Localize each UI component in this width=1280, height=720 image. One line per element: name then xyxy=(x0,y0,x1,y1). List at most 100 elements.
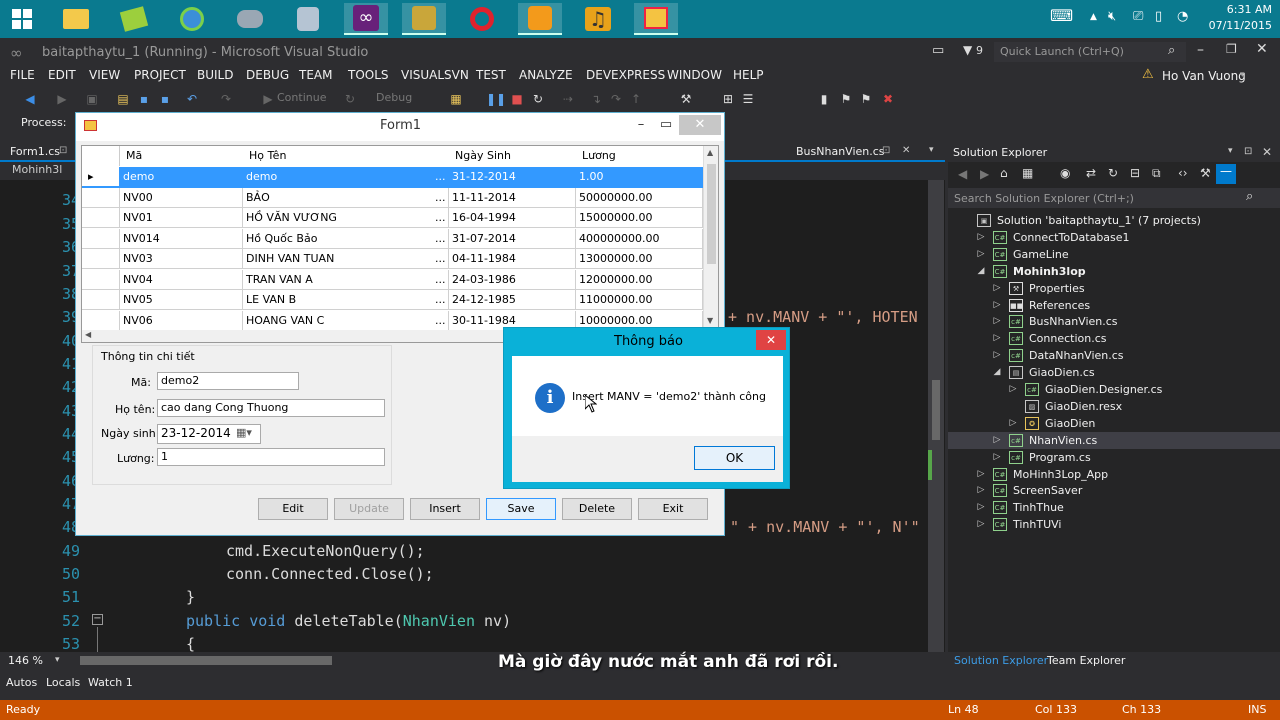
nav-project-dropdown[interactable]: Mohinh3l xyxy=(12,163,62,176)
tree-item[interactable]: ▷ c# GiaoDien.Designer.cs xyxy=(948,381,1280,398)
cell-hoten[interactable]: BẢO xyxy=(243,187,449,208)
step-out-icon[interactable]: ↑ xyxy=(628,91,644,107)
save-icon[interactable]: ▪ xyxy=(136,91,152,107)
table-row[interactable]: NV03 DINH VAN TUAN... 04-11-1984 13000000.0… xyxy=(82,249,703,270)
restart-icon[interactable]: ↻ xyxy=(530,91,546,107)
table-row[interactable]: NV05 LE VAN B... 24-12-1985 11000000.00 xyxy=(82,290,703,311)
notes-app-icon[interactable] xyxy=(112,3,156,35)
pin-icon[interactable]: ⊡ xyxy=(59,145,67,156)
cell-hoten[interactable]: Hồ Quốc Bảo xyxy=(243,228,449,249)
panel-pin-icon[interactable]: ⊡ xyxy=(1244,146,1252,157)
cell-luong[interactable]: 50000000.00 xyxy=(576,187,703,208)
system-clock[interactable]: 6:31 AM 07/11/2015 xyxy=(1209,2,1272,34)
continue-icon[interactable]: ▶ xyxy=(260,91,276,107)
se-search-box[interactable]: Search Solution Explorer (Ctrl+;) ⌕ xyxy=(948,188,1280,208)
column-header-hoten[interactable]: Họ Tên xyxy=(249,146,449,166)
search-icon[interactable]: ⌕ xyxy=(1168,43,1175,58)
grid-vertical-scrollbar[interactable]: ▲ ▼ xyxy=(703,146,718,330)
vertical-scrollbar[interactable] xyxy=(928,180,944,652)
collapsed-arrow-icon[interactable]: ▷ xyxy=(976,482,986,499)
tree-item[interactable]: ▨ GiaoDien.resx xyxy=(948,398,1280,415)
undo-icon[interactable]: ↶ xyxy=(184,91,200,107)
tools-app-icon[interactable] xyxy=(402,3,446,35)
tree-item[interactable]: ▷ c# Connection.cs xyxy=(948,330,1280,347)
close-icon[interactable]: ✕ xyxy=(1256,41,1268,57)
tree-item[interactable]: ▣ Solution 'baitapthaytu_1' (7 projects) xyxy=(948,212,1280,229)
redo-icon[interactable]: ↷ xyxy=(218,91,234,107)
menu-test[interactable]: TEST xyxy=(476,68,506,82)
column-header-luong[interactable]: Lương xyxy=(582,146,702,166)
tree-item[interactable]: ▷ ■■ References xyxy=(948,297,1280,314)
menu-tools[interactable]: TOOLS xyxy=(348,68,389,82)
tab-locals[interactable]: Locals xyxy=(46,676,80,689)
delete-button[interactable]: Delete xyxy=(562,498,632,520)
tree-item[interactable]: ▷ C# ScreenSaver xyxy=(948,482,1280,499)
tree-item[interactable]: ▷ c# NhanVien.cs xyxy=(948,431,1280,449)
preview-selected-icon[interactable]: — xyxy=(1216,164,1236,184)
luong-textbox[interactable]: 1 xyxy=(157,448,385,466)
tab-autos[interactable]: Autos xyxy=(6,676,37,689)
menu-debug[interactable]: DEBUG xyxy=(246,68,289,82)
tree-item[interactable]: ◢ ▤ GiaoDien.cs xyxy=(948,364,1280,381)
table-row[interactable]: NV01 HỒ VĂN VƯƠNG... 16-04-1994 15000000.00 xyxy=(82,208,703,229)
row-header[interactable] xyxy=(82,290,120,310)
cell-hoten[interactable]: HỒ VĂN VƯƠNG xyxy=(243,208,449,228)
cell-hoten[interactable]: demo xyxy=(243,167,449,187)
collapsed-arrow-icon[interactable]: ▷ xyxy=(976,229,986,246)
collapsed-arrow-icon[interactable]: ▷ xyxy=(976,499,986,516)
cell-ngaysinh[interactable]: 16-04-1994 xyxy=(449,208,576,228)
tray-chevron-up-icon[interactable]: ▲ xyxy=(1090,12,1097,22)
visual-studio-icon[interactable]: ∞ xyxy=(344,3,388,35)
cell-ma[interactable]: NV03 xyxy=(120,249,243,269)
collapsed-arrow-icon[interactable]: ▷ xyxy=(976,246,986,263)
grid-scroll-left-icon[interactable]: ◀ xyxy=(85,330,91,339)
collapsed-arrow-icon[interactable]: ▷ xyxy=(992,297,1002,314)
cell-ngaysinh[interactable]: 31-07-2014 xyxy=(449,228,576,249)
opera-browser-icon[interactable] xyxy=(460,3,504,35)
panel-menu-chevron-icon[interactable]: ▾ xyxy=(1228,146,1233,156)
view-code-icon[interactable]: ‹› xyxy=(1178,166,1188,180)
windows-start-icon[interactable] xyxy=(0,3,44,35)
keyboard-icon[interactable]: ⌨ xyxy=(1050,6,1073,25)
menu-team[interactable]: TEAM xyxy=(299,68,332,82)
zoom-level[interactable]: 146 % xyxy=(8,654,43,667)
cell-ma[interactable]: NV00 xyxy=(120,187,243,208)
expanded-arrow-icon[interactable]: ◢ xyxy=(992,364,1002,381)
sync-icon[interactable]: ⇄ xyxy=(1086,166,1096,180)
se-back-icon[interactable]: ◀ xyxy=(958,167,967,181)
tree-item[interactable]: ▷ c# DataNhanVien.cs xyxy=(948,347,1280,364)
collapsed-arrow-icon[interactable]: ▷ xyxy=(976,516,986,533)
usb-icon[interactable]: ⎚ xyxy=(1133,9,1143,24)
tab-team-explorer[interactable]: Team Explorer xyxy=(1047,654,1125,667)
solution-config-dropdown[interactable]: Debug xyxy=(376,91,412,104)
row-header[interactable] xyxy=(82,228,120,249)
collapsed-arrow-icon[interactable]: ▷ xyxy=(992,347,1002,364)
cell-luong[interactable]: 11000000.00 xyxy=(576,290,703,310)
speaker-muted-icon[interactable]: 🔇︎ xyxy=(1108,9,1116,24)
minimize-icon[interactable]: – xyxy=(1197,42,1204,58)
menu-analyze[interactable]: ANALYZE xyxy=(519,68,573,82)
exit-button[interactable]: Exit xyxy=(638,498,708,520)
collapsed-arrow-icon[interactable]: ▷ xyxy=(992,330,1002,347)
column-header-ngaysinh[interactable]: Ngày Sinh xyxy=(455,146,575,166)
se-forward-icon[interactable]: ▶ xyxy=(980,167,989,181)
pause-icon[interactable]: ❚❚ xyxy=(486,91,506,107)
table-row[interactable]: ▸ demo demo... 31-12-2014 1.00 xyxy=(82,167,703,188)
grid-scroll-down-icon[interactable]: ▼ xyxy=(707,316,713,325)
menu-devexpress[interactable]: DEVEXPRESS xyxy=(586,68,665,82)
ma-textbox[interactable]: demo2 xyxy=(157,372,299,390)
cell-hoten[interactable]: TRAN VAN A xyxy=(243,269,449,290)
elephant-app-icon[interactable] xyxy=(228,3,272,35)
table-row[interactable]: NV04 TRAN VAN A... 24-03-1986 12000000.00 xyxy=(82,269,703,291)
cell-ngaysinh[interactable]: 04-11-1984 xyxy=(449,249,576,269)
scrollbar-thumb[interactable] xyxy=(932,380,940,440)
file-explorer-icon[interactable] xyxy=(54,3,98,35)
update-button[interactable]: Update xyxy=(334,498,404,520)
filter-icon[interactable]: ▼ xyxy=(963,43,972,57)
tab-busnhanvien-cs[interactable]: BusNhanVien.cs xyxy=(796,145,885,158)
calendar-icon[interactable]: ▦▾ xyxy=(236,426,252,440)
attach-icon[interactable]: ▦ xyxy=(448,91,464,107)
music-app-icon[interactable]: ♫ xyxy=(576,3,620,35)
notification-count[interactable]: 9 xyxy=(976,44,983,57)
menu-file[interactable]: FILE xyxy=(10,68,35,82)
